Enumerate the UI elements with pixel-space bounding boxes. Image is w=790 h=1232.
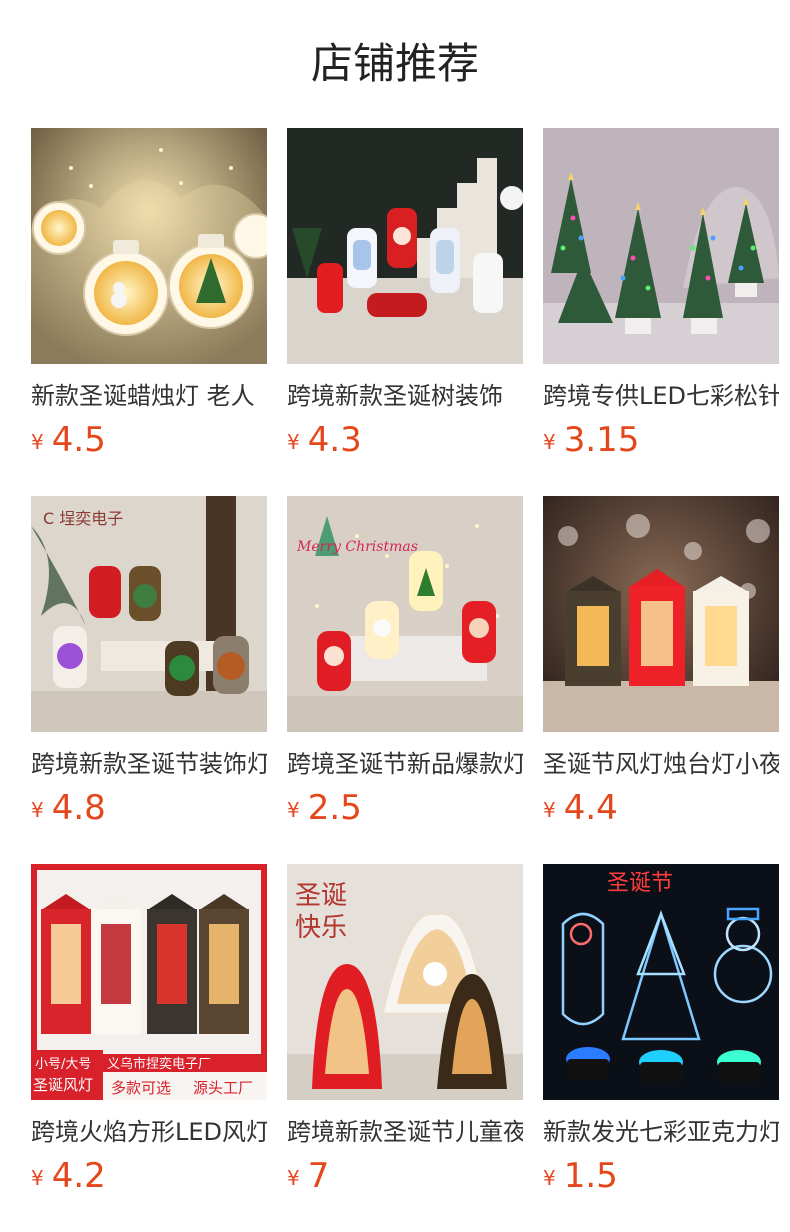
product-name[interactable]: 圣诞节风灯烛台灯小夜灯 (543, 748, 779, 780)
product-name[interactable]: 跨境新款圣诞树装饰 (287, 380, 523, 412)
logo-text: 快乐 (295, 913, 347, 943)
product-card[interactable]: 新款圣诞蜡烛灯 老人 ¥4.5 (31, 128, 267, 468)
svg-text:C 埕奕电子: C 埕奕电子 (43, 509, 123, 528)
product-name[interactable]: 新款发光七彩亚克力灯 (543, 1116, 779, 1148)
product-price: ¥4.4 (543, 786, 618, 830)
product-price: ¥4.5 (31, 418, 106, 462)
product-price: ¥7 (287, 1154, 329, 1198)
product-name[interactable]: 跨境专供LED七彩松针 (543, 380, 779, 412)
product-image[interactable]: 圣诞 快乐 (287, 864, 523, 1100)
logo-text: 圣诞 (295, 881, 347, 911)
price-value: 4.8 (51, 788, 106, 828)
logo-text: 圣诞节 (607, 871, 673, 896)
product-image[interactable]: 圣诞节 (543, 864, 779, 1100)
product-card[interactable]: C 埕奕电子 跨境新款圣诞节装饰灯 ¥4.8 (31, 496, 267, 836)
product-price: ¥1.5 (543, 1154, 618, 1198)
currency-symbol: ¥ (287, 1166, 300, 1190)
product-price: ¥4.2 (31, 1154, 106, 1198)
price-value: 4.4 (563, 788, 618, 828)
product-price: ¥4.3 (287, 418, 362, 462)
price-value: 3.15 (563, 420, 640, 460)
product-card[interactable]: 圣诞 快乐 跨境新款圣诞节儿童夜灯 ¥7 (287, 864, 523, 1204)
product-image[interactable]: Merry Christmas (287, 496, 523, 732)
product-image[interactable]: C 埕奕电子 (31, 496, 267, 732)
currency-symbol: ¥ (31, 798, 44, 822)
product-name[interactable]: 跨境新款圣诞节装饰灯 (31, 748, 267, 780)
product-card[interactable]: 跨境专供LED七彩松针 ¥3.15 (543, 128, 779, 468)
currency-symbol: ¥ (31, 1166, 44, 1190)
size-tag: 小号/大号 (35, 1057, 91, 1072)
product-price: ¥4.8 (31, 786, 106, 830)
page-title: 店铺推荐 (310, 39, 479, 88)
price-value: 4.2 (51, 1156, 106, 1196)
product-image[interactable]: 小号/大号 圣诞风灯 义乌市捏奕电子厂 多款可选 源头工厂 (31, 864, 267, 1100)
price-value: 2.5 (307, 788, 362, 828)
product-card[interactable]: 小号/大号 圣诞风灯 义乌市捏奕电子厂 多款可选 源头工厂 跨境火焰方形LED风… (31, 864, 267, 1204)
currency-symbol: ¥ (543, 430, 556, 454)
svg-text:Merry Christmas: Merry Christmas (296, 539, 418, 555)
product-price: ¥2.5 (287, 786, 362, 830)
product-card[interactable]: 圣诞节 新款发光七彩亚克力灯 ¥ 1.5 (543, 864, 779, 1204)
product-price: ¥3.15 (543, 418, 639, 462)
currency-symbol: ¥ (543, 1166, 556, 1190)
product-name[interactable]: 跨境火焰方形LED风灯 (31, 1116, 267, 1148)
product-card[interactable]: 圣诞节风灯烛台灯小夜灯 ¥4.4 (543, 496, 779, 836)
product-name[interactable]: 跨境圣诞节新品爆款灯 (287, 748, 523, 780)
product-card[interactable]: 跨境新款圣诞树装饰 ¥4.3 (287, 128, 523, 468)
product-card[interactable]: Merry Christmas 跨境圣诞节新品爆款灯 ¥2.5 (287, 496, 523, 836)
currency-symbol: ¥ (287, 430, 300, 454)
factory-tag: 源头工厂 (193, 1079, 253, 1097)
currency-symbol: ¥ (543, 798, 556, 822)
product-image[interactable] (543, 128, 779, 364)
price-value: 7 (307, 1156, 330, 1196)
title-tag: 圣诞风灯 (33, 1076, 93, 1094)
product-image[interactable] (543, 496, 779, 732)
product-image[interactable] (31, 128, 267, 364)
price-value: 1.5 (563, 1156, 618, 1196)
variety-tag: 多款可选 (111, 1079, 171, 1097)
price-value: 4.3 (307, 420, 362, 460)
product-name[interactable]: 新款圣诞蜡烛灯 老人 (31, 380, 267, 412)
product-name[interactable]: 跨境新款圣诞节儿童夜灯 (287, 1116, 523, 1148)
price-value: 4.5 (51, 420, 106, 460)
shop-tag: 义乌市捏奕电子厂 (107, 1056, 211, 1072)
currency-symbol: ¥ (31, 430, 44, 454)
product-image[interactable] (287, 128, 523, 364)
currency-symbol: ¥ (287, 798, 300, 822)
